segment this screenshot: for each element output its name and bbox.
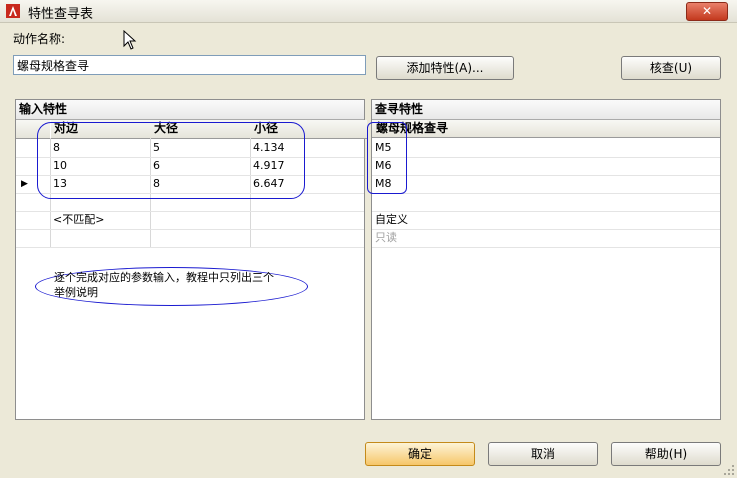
action-name-input[interactable]: 螺母规格查寻 <box>13 55 366 75</box>
action-name-label: 动作名称: <box>13 32 66 46</box>
table-row[interactable] <box>16 229 364 248</box>
close-button[interactable]: ✕ <box>686 2 728 21</box>
current-row-marker-icon: ▶ <box>21 179 28 189</box>
window-title: 特性查寻表 <box>28 7 94 22</box>
readonly-row[interactable]: 只读 <box>372 229 720 248</box>
ok-button[interactable]: 确定 <box>365 442 475 466</box>
annotation-text: 逐个完成对应的参数输入，教程中只列出三个 举例说明 <box>54 270 304 300</box>
unmatched-label: <不匹配> <box>53 213 105 226</box>
lookup-panel-title: 查寻特性 <box>372 100 720 120</box>
title-bar: 特性查寻表 ✕ <box>0 0 737 23</box>
table-row[interactable]: M5 <box>372 139 720 158</box>
check-button[interactable]: 核查(U) <box>621 56 721 80</box>
table-row[interactable]: M6 <box>372 157 720 176</box>
custom-row[interactable]: 自定义 <box>372 211 720 230</box>
custom-label[interactable]: 自定义 <box>375 211 408 229</box>
table-row[interactable]: M8 <box>372 175 720 194</box>
readonly-label[interactable]: 只读 <box>375 229 397 247</box>
input-properties-panel: 输入特性 对边 大径 小径 8 5 4.134 10 6 4.917 ▶ 13 … <box>15 99 367 420</box>
add-property-button[interactable]: 添加特性(A)... <box>376 56 514 80</box>
autocad-app-icon <box>6 4 20 18</box>
annotation-line-2: 举例说明 <box>54 286 98 299</box>
cancel-button[interactable]: 取消 <box>488 442 598 466</box>
lookup-properties-panel: 查寻特性 螺母规格查寻 M5 M6 M8 自定义 只读 <box>367 99 721 420</box>
unmatched-row[interactable]: <不匹配> <box>16 211 364 230</box>
annotation-line-1: 逐个完成对应的参数输入，教程中只列出三个 <box>54 271 274 284</box>
input-values-highlight <box>37 122 305 199</box>
resize-grip-icon[interactable] <box>722 463 735 476</box>
table-row[interactable] <box>372 193 720 212</box>
input-panel-title: 输入特性 <box>16 100 364 120</box>
column-header-nut-size[interactable]: 螺母规格查寻 <box>372 120 720 138</box>
mouse-cursor-icon <box>123 30 137 50</box>
lookup-values-highlight <box>367 122 407 194</box>
help-button[interactable]: 帮助(H) <box>611 442 721 466</box>
